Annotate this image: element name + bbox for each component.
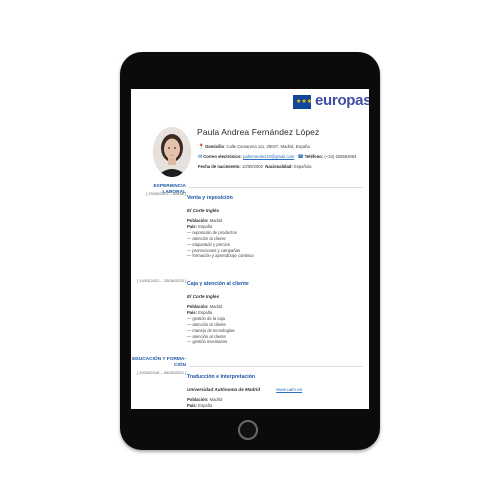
job-details: Población: Madrid País: España — gestión… [187,304,235,345]
job-date: [ 14/03/2022 – 20/08/2023 ] [137,278,186,283]
address-line: 📍Domicilio: Calle Camarena 111, 28047, M… [198,144,310,150]
contact-line: ✉Correo electrónico: pafernandez10@gmail… [198,154,357,160]
education-heading: EDUCACIÓN Y FORMA- CIÓN [132,357,186,368]
eu-stars-icon: ★★★ [296,99,313,105]
education-institution: Universidad Autónoma de Madrid www.uam.es [187,387,303,392]
job-date: [ 20/08/2023 – Actual ] [146,191,186,196]
eu-flag-logo: ★★★ [293,95,313,109]
home-button[interactable] [238,420,258,440]
phone-value: (+34) 628563984 [324,154,357,159]
education-date: [ 20/09/2018 – 09/06/2022 ] [137,370,186,375]
job-title: Caja y atención al cliente [187,281,249,287]
cv-name: Paula Andrea Fernández López [197,127,320,137]
birth-line: Fecha de nacimiento: 10/09/2000 Nacional… [198,164,312,169]
cv-document: ★★★ europass Paula Andrea Fernández Lópe… [131,89,369,409]
job-employer: El Corte Inglés [187,208,220,213]
tablet-device: ★★★ europass Paula Andrea Fernández Lópe… [120,52,380,450]
location-pin-icon: 📍 [198,144,205,150]
job-details: Población: Madrid País: España — reposic… [187,218,254,259]
phone-icon: ☎ [297,154,304,160]
divider [189,366,363,367]
avatar [153,127,191,177]
education-title: Traducción e Interpretación [187,374,256,380]
email-link[interactable]: pafernandez10@gmail.com [243,154,294,159]
job-employer: El Corte Inglés [187,294,220,299]
education-details: Población: Madrid País: España [187,397,223,408]
divider [189,187,363,188]
job-title: Venta y reposición [187,195,233,201]
europass-logo-text: europass [315,92,369,109]
email-icon: ✉ [198,154,203,160]
website-link[interactable]: www.uam.es [276,387,302,392]
